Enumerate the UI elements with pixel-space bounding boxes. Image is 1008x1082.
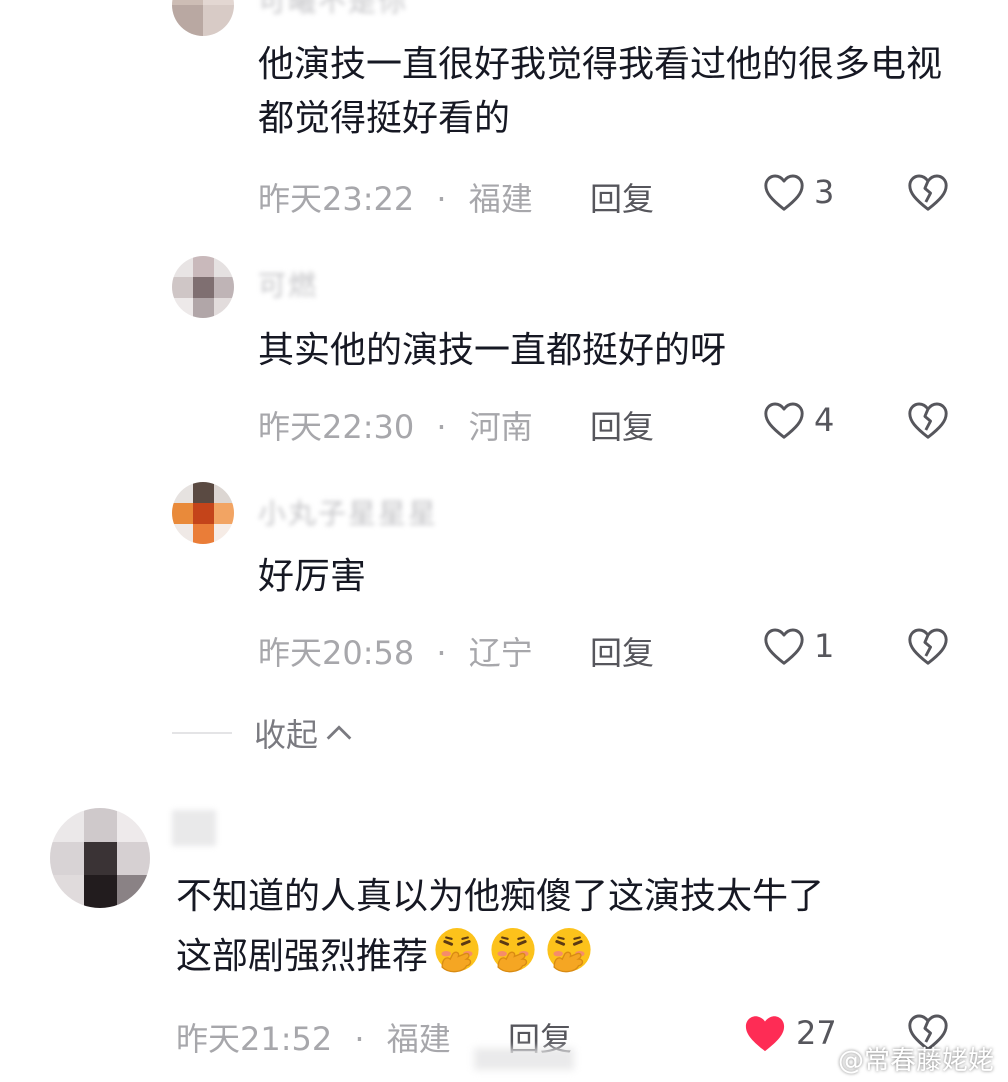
separator: · — [436, 408, 447, 446]
comment-location: 辽宁 — [468, 634, 533, 672]
username[interactable]: 小丸子星星星 — [258, 492, 438, 532]
broken-heart-icon — [908, 628, 948, 665]
comment-time: 昨天20:58 — [258, 634, 415, 672]
comment-text: 不知道的人真以为他痴傻了这演技太牛了 这部剧强烈推荐 — [176, 870, 976, 984]
broken-heart-icon — [908, 402, 948, 439]
hand-over-mouth-laugh-emoji — [435, 928, 479, 973]
comment-meta: 昨天23:22 · 福建 — [258, 174, 533, 220]
avatar[interactable] — [172, 256, 234, 318]
comment-text-line1: 不知道的人真以为他痴傻了这演技太牛了 — [176, 876, 825, 917]
like-count: 4 — [814, 401, 835, 439]
avatar[interactable] — [50, 808, 150, 908]
separator: · — [436, 634, 447, 672]
like-count: 3 — [814, 173, 835, 211]
watermark-handle: @常春藤姥姥 — [838, 1046, 995, 1076]
chevron-up-icon — [326, 725, 352, 740]
like-button[interactable]: 3 — [762, 172, 834, 212]
separator: · — [354, 1020, 365, 1058]
reply-button[interactable]: 回复 — [590, 174, 654, 220]
comment-location: 福建 — [468, 180, 533, 218]
comment-text: 他演技一直很好我觉得我看过他的很多电视都觉得挺好看的 — [258, 44, 943, 139]
broken-heart-icon — [908, 174, 948, 211]
avatar[interactable] — [172, 0, 234, 36]
reply-button[interactable]: 回复 — [590, 628, 654, 674]
comment-meta: 昨天21:52 · 福建 — [176, 1014, 451, 1060]
comment-text: 好厉害 — [258, 556, 367, 597]
username[interactable]: 可曦不是你 — [258, 0, 408, 20]
heart-outline-icon — [764, 402, 804, 439]
collapse-replies-button[interactable]: 收起 — [172, 710, 356, 756]
comment-time: 昨天23:22 — [258, 180, 415, 218]
dislike-button[interactable] — [906, 400, 950, 440]
heart-outline-icon — [764, 174, 804, 211]
heart-outline-icon — [764, 628, 804, 665]
watermark-blur — [474, 1048, 574, 1070]
separator: · — [436, 180, 447, 218]
collapse-label: 收起 — [254, 716, 319, 754]
reply-button[interactable]: 回复 — [590, 402, 654, 448]
username[interactable]: 可燃 — [258, 264, 318, 304]
watermark: @常春藤姥姥 — [798, 1040, 994, 1077]
like-button[interactable]: 1 — [762, 626, 834, 666]
comment-meta: 昨天20:58 · 辽宁 — [258, 628, 533, 674]
comment-time: 昨天21:52 — [176, 1020, 333, 1058]
like-count: 1 — [814, 627, 835, 665]
hand-over-mouth-laugh-emoji — [491, 928, 535, 973]
username-blurred[interactable] — [172, 810, 216, 846]
avatar[interactable] — [172, 482, 234, 544]
like-button[interactable]: 4 — [762, 400, 834, 440]
comment-time: 昨天22:30 — [258, 408, 415, 446]
weibo-logo-icon — [799, 1047, 832, 1072]
comment-text-line2: 这部剧强烈推荐 — [176, 936, 429, 977]
dislike-button[interactable] — [906, 626, 950, 666]
comment-text: 其实他的演技一直都挺好的呀 — [258, 330, 727, 371]
hand-over-mouth-laugh-emoji — [547, 928, 591, 973]
comment-location: 福建 — [386, 1020, 451, 1058]
heart-filled-icon — [745, 1016, 785, 1052]
comment-meta: 昨天22:30 · 河南 — [258, 402, 533, 448]
comment-location: 河南 — [468, 408, 533, 446]
divider — [172, 732, 232, 734]
dislike-button[interactable] — [906, 172, 950, 212]
